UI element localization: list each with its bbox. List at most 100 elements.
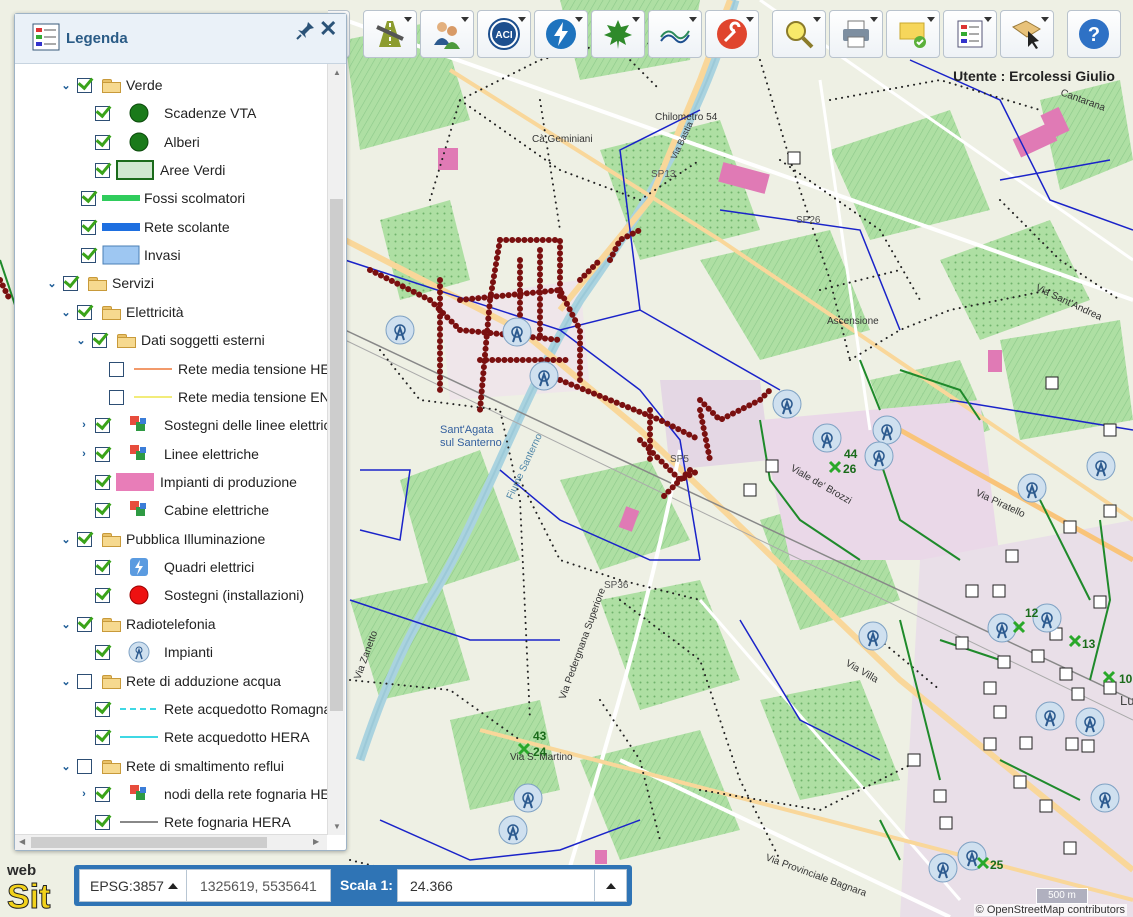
settings-tool-button[interactable]	[705, 10, 759, 58]
chevron-right-icon[interactable]: ›	[77, 418, 91, 432]
legend-item-dati-soggetti[interactable]: ⌄ Dati soggetti esterni	[74, 328, 264, 352]
checkbox[interactable]	[109, 361, 124, 377]
legend-item-cabine[interactable]: Cabine elettriche	[91, 498, 269, 522]
legend-item-radiotelefonia[interactable]: ⌄ Radiotelefonia	[59, 612, 215, 636]
legend-horizontal-scrollbar[interactable]: ◀ ▶	[15, 834, 327, 850]
checkbox[interactable]	[95, 502, 110, 518]
legend-item-mt-enel[interactable]: Rete media tensione ENEL	[105, 385, 327, 409]
legend-item-nodi-fognaria[interactable]: › nodi della rete fognaria HERA	[77, 782, 327, 806]
scroll-thumb[interactable]	[31, 837, 267, 848]
checkbox[interactable]	[77, 673, 92, 689]
help-tool-button[interactable]: ?	[1067, 10, 1121, 58]
legend-item-aree-verdi[interactable]: Aree Verdi	[91, 158, 225, 182]
checkbox[interactable]	[77, 531, 92, 547]
legend-item-impianti-produzione[interactable]: Impianti di produzione	[91, 470, 297, 494]
close-icon[interactable]: ✕	[319, 18, 337, 40]
legend-vertical-scrollbar[interactable]: ▲ ▼	[327, 64, 345, 835]
chevron-right-icon[interactable]: ›	[77, 447, 91, 461]
road-tool-button[interactable]	[363, 10, 417, 58]
checkbox[interactable]	[77, 758, 92, 774]
chevron-right-icon[interactable]: ›	[77, 787, 91, 801]
legend-item-sostegni-linee[interactable]: › Sostegni delle linee elettriche	[77, 413, 327, 437]
scale-input[interactable]: 24.366	[397, 869, 595, 902]
scroll-left-icon[interactable]: ◀	[19, 837, 25, 846]
legend-item-linee[interactable]: › Linee elettriche	[77, 442, 259, 466]
checkbox[interactable]	[95, 644, 110, 660]
scroll-thumb[interactable]	[330, 199, 343, 711]
green-tool-button[interactable]	[591, 10, 645, 58]
checkbox[interactable]	[95, 134, 110, 150]
map-attribution[interactable]: © OpenStreetMap contributors	[973, 904, 1127, 916]
legend-item-elettricita[interactable]: ⌄ Elettricità	[59, 300, 184, 324]
main-toolbar: ACI ?	[328, 10, 1124, 58]
checkbox[interactable]	[95, 786, 110, 802]
scroll-down-icon[interactable]: ▼	[333, 822, 341, 831]
checkbox[interactable]	[77, 77, 92, 93]
legend-item-sostegni-installazioni[interactable]: Sostegni (installazioni)	[91, 583, 304, 607]
checkbox[interactable]	[77, 304, 92, 320]
checkbox[interactable]	[81, 247, 96, 263]
checkbox[interactable]	[95, 701, 110, 717]
legend-item-reflui[interactable]: ⌄ Rete di smaltimento reflui	[59, 754, 284, 778]
checkbox[interactable]	[95, 559, 110, 575]
pin-icon[interactable]	[296, 20, 316, 40]
legend-item-acquedotto-romagna[interactable]: Rete acquedotto Romagna	[91, 697, 327, 721]
legend-label: Rete acquedotto Romagna	[164, 701, 327, 717]
legend-item-scadenze-vta[interactable]: Scadenze VTA	[91, 101, 256, 125]
checkbox[interactable]	[95, 814, 110, 830]
line-swatch-icon	[102, 216, 140, 238]
chevron-down-icon[interactable]: ⌄	[59, 532, 73, 546]
checkbox[interactable]	[92, 332, 107, 348]
coordinates-field[interactable]: 1325619, 5535641	[186, 869, 331, 902]
legend-item-pubblica-illuminazione[interactable]: ⌄ Pubblica Illuminazione	[59, 527, 265, 551]
scale-dropdown-button[interactable]	[594, 869, 627, 902]
legend-item-verde[interactable]: ⌄ Verde	[59, 73, 162, 97]
chevron-down-icon[interactable]: ⌄	[45, 276, 59, 290]
notes-tool-button[interactable]	[886, 10, 940, 58]
legend-item-acquedotto-hera[interactable]: Rete acquedotto HERA	[91, 725, 310, 749]
print-tool-button[interactable]	[829, 10, 883, 58]
search-tool-button[interactable]	[772, 10, 826, 58]
aci-tool-button[interactable]: ACI	[477, 10, 531, 58]
checkbox[interactable]	[109, 389, 124, 405]
chevron-down-icon[interactable]: ⌄	[59, 78, 73, 92]
legend-item-adduzione[interactable]: ⌄ Rete di adduzione acqua	[59, 669, 281, 693]
triangle-up-icon	[605, 882, 616, 889]
chevron-down-icon[interactable]: ⌄	[74, 333, 88, 347]
legend-tool-button[interactable]	[943, 10, 997, 58]
checkbox[interactable]	[63, 275, 78, 291]
checkbox[interactable]	[81, 219, 96, 235]
chevron-down-icon[interactable]: ⌄	[59, 674, 73, 688]
checkbox[interactable]	[95, 105, 110, 121]
crs-select[interactable]: EPSG:3857	[79, 869, 187, 902]
users-tool-button[interactable]	[420, 10, 474, 58]
checkbox[interactable]	[95, 162, 110, 178]
checkbox[interactable]	[77, 616, 92, 632]
checkbox[interactable]	[81, 190, 96, 206]
legend-item-rete-scolante[interactable]: Rete scolante	[77, 215, 230, 239]
multi-symbol-icon	[120, 499, 158, 521]
legend-item-mt-hera[interactable]: Rete media tensione HERA	[105, 357, 327, 381]
checkbox[interactable]	[95, 446, 110, 462]
legend-item-impianti[interactable]: Impianti	[91, 640, 213, 664]
checkbox[interactable]	[95, 417, 110, 433]
electricity-tool-button[interactable]	[534, 10, 588, 58]
consorzio-tool-button[interactable]	[648, 10, 702, 58]
legend-item-servizi[interactable]: ⌄ Servizi	[45, 271, 154, 295]
legend-item-alberi[interactable]: Alberi	[91, 130, 200, 154]
checkbox[interactable]	[95, 474, 110, 490]
legend-item-fognaria-hera[interactable]: Rete fognaria HERA	[91, 810, 291, 834]
identify-tool-button[interactable]	[1000, 10, 1054, 58]
legend-label: Cabine elettriche	[164, 502, 270, 518]
legend-item-quadri[interactable]: Quadri elettrici	[91, 555, 254, 579]
chevron-down-icon[interactable]: ⌄	[59, 617, 73, 631]
chevron-down-icon[interactable]: ⌄	[59, 759, 73, 773]
legend-label: Elettricità	[126, 304, 184, 320]
legend-item-fossi[interactable]: Fossi scolmatori	[77, 186, 245, 210]
checkbox[interactable]	[95, 729, 110, 745]
scroll-right-icon[interactable]: ▶	[313, 837, 319, 846]
checkbox[interactable]	[95, 587, 110, 603]
scroll-up-icon[interactable]: ▲	[333, 68, 341, 77]
legend-item-invasi[interactable]: Invasi	[77, 243, 181, 267]
chevron-down-icon[interactable]: ⌄	[59, 305, 73, 319]
